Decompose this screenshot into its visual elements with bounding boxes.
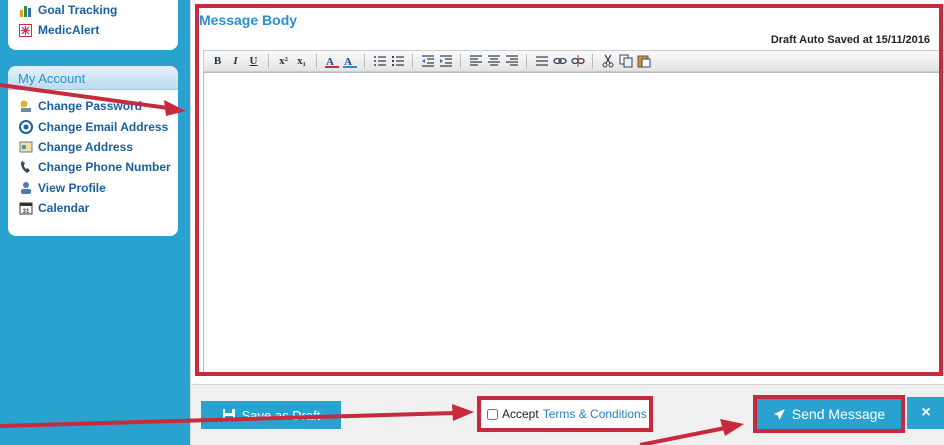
svg-text:31: 31: [22, 209, 29, 215]
sidebar-item-change-password[interactable]: Change Password: [18, 96, 178, 116]
align-left-icon[interactable]: [468, 54, 483, 69]
phone-icon: [18, 160, 33, 175]
sidebar-item-change-address[interactable]: Change Address: [18, 137, 178, 157]
sidebar-item-label: Calendar: [38, 201, 90, 216]
italic-button[interactable]: I: [228, 54, 243, 69]
sidebar-item-medicalert[interactable]: MedicAlert: [18, 20, 178, 40]
align-right-icon[interactable]: [504, 54, 519, 69]
sidebar-item-goal-tracking[interactable]: Goal Tracking: [18, 0, 178, 20]
save-draft-label: Save as Draft: [241, 407, 321, 423]
sidebar-item-label: Change Email Address: [38, 119, 169, 134]
background-color-icon[interactable]: A: [342, 54, 357, 69]
toolbar-divider: [364, 53, 365, 69]
close-button[interactable]: ×: [907, 397, 944, 429]
sidebar-item-label: Goal Tracking: [38, 3, 118, 17]
sidebar-item-calendar[interactable]: 31 Calendar: [18, 198, 178, 218]
sidebar-box-top: Goal Tracking MedicAlert: [8, 0, 178, 50]
message-body-editor[interactable]: [203, 72, 944, 374]
numbered-list-icon[interactable]: [372, 54, 387, 69]
draft-autosave-status: Draft Auto Saved at 15/11/2016: [770, 34, 930, 46]
toolbar-divider: [592, 53, 593, 69]
my-account-heading: My Account: [8, 66, 178, 90]
sidebar: Goal Tracking MedicAlert My Account Chan…: [0, 0, 190, 445]
editor-toolbar: B I U x² x₁ A A: [203, 50, 944, 72]
subscript-button[interactable]: x₁: [294, 54, 309, 69]
terms-conditions-link[interactable]: Terms & Conditions: [543, 407, 647, 421]
sidebar-item-view-profile[interactable]: View Profile: [18, 178, 178, 198]
cut-icon[interactable]: [600, 54, 615, 69]
send-message-label: Send Message: [791, 406, 886, 422]
sidebar-item-change-phone[interactable]: Change Phone Number: [18, 157, 178, 177]
toolbar-divider: [412, 53, 413, 69]
link-icon[interactable]: [552, 54, 567, 69]
my-account-panel: My Account Change Password Change Email …: [8, 66, 178, 236]
text-color-icon[interactable]: A: [324, 54, 339, 69]
accept-label: Accept: [502, 407, 539, 421]
unlink-icon[interactable]: [570, 54, 585, 69]
bulleted-list-icon[interactable]: [390, 54, 405, 69]
bold-button[interactable]: B: [210, 54, 225, 69]
toolbar-divider: [526, 53, 527, 69]
sidebar-item-label: Change Address: [38, 139, 133, 154]
paste-icon[interactable]: [636, 54, 651, 69]
align-center-icon[interactable]: [486, 54, 501, 69]
floppy-icon: [222, 409, 235, 421]
sidebar-item-label: Change Phone Number: [38, 160, 171, 175]
accept-terms-checkbox[interactable]: [487, 408, 498, 420]
sidebar-item-label: View Profile: [38, 180, 106, 195]
email-icon: [18, 119, 33, 134]
calendar-icon: 31: [18, 201, 33, 216]
copy-icon[interactable]: [618, 54, 633, 69]
horizontal-rule-icon[interactable]: [534, 54, 549, 69]
accept-terms-group: Accept Terms & Conditions: [477, 396, 653, 432]
send-icon: [773, 408, 785, 420]
send-message-highlight: Send Message: [753, 395, 905, 433]
password-icon: [18, 99, 33, 114]
underline-button[interactable]: U: [246, 54, 261, 69]
profile-icon: [18, 180, 33, 195]
send-message-button[interactable]: Send Message: [757, 399, 901, 429]
compose-footer: Save as Draft Accept Terms & Conditions …: [191, 384, 944, 445]
message-body-title: Message Body: [199, 12, 298, 28]
superscript-button[interactable]: x²: [276, 54, 291, 69]
indent-icon[interactable]: [438, 54, 453, 69]
medic-alert-icon: [18, 23, 33, 38]
sidebar-item-label: MedicAlert: [38, 23, 100, 37]
toolbar-divider: [460, 53, 461, 69]
toolbar-divider: [268, 53, 269, 69]
sidebar-item-change-email[interactable]: Change Email Address: [18, 116, 178, 136]
bar-chart-icon: [18, 3, 33, 18]
outdent-icon[interactable]: [420, 54, 435, 69]
address-icon: [18, 139, 33, 154]
toolbar-divider: [316, 53, 317, 69]
message-compose-panel: Message Body Draft Auto Saved at 15/11/2…: [190, 0, 944, 445]
sidebar-item-label: Change Password: [38, 99, 143, 114]
save-draft-button[interactable]: Save as Draft: [201, 401, 341, 429]
